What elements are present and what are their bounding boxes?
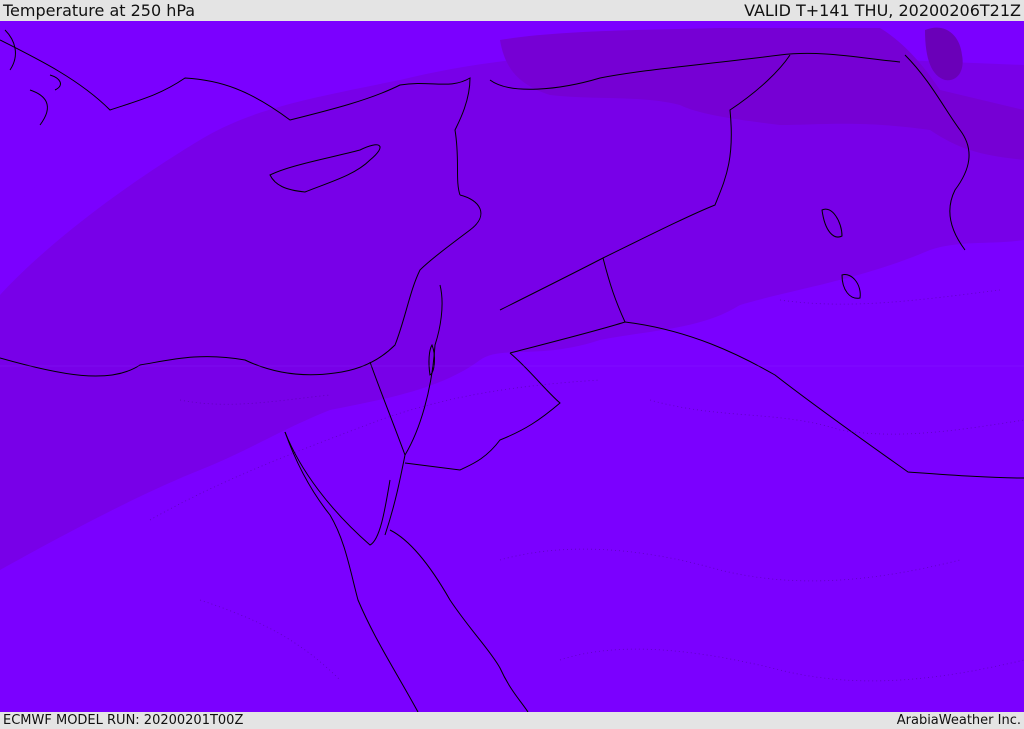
weather-map <box>0 21 1024 712</box>
footer-bar: ECMWF MODEL RUN: 20200201T00Z ArabiaWeat… <box>0 712 1024 729</box>
map-title: Temperature at 250 hPa <box>3 1 196 20</box>
header-bar: Temperature at 250 hPa VALID T+141 THU, … <box>0 0 1024 21</box>
credit: ArabiaWeather Inc. <box>896 713 1021 728</box>
model-run: ECMWF MODEL RUN: 20200201T00Z <box>3 713 244 728</box>
valid-time: VALID T+141 THU, 20200206T21Z <box>744 1 1021 20</box>
